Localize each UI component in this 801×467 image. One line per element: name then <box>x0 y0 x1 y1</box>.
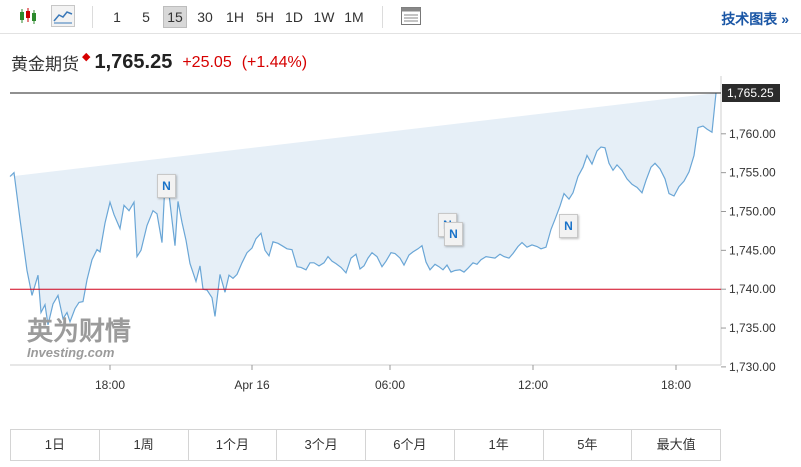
candlestick-icon[interactable] <box>16 5 40 27</box>
range-1y-button[interactable]: 1年 <box>455 430 544 460</box>
range-6m-button[interactable]: 6个月 <box>366 430 455 460</box>
news-flag[interactable]: N <box>444 222 463 246</box>
timeframe-1w-button[interactable]: 1W <box>310 6 338 28</box>
y-tick-label: 1,735.00 <box>729 321 776 335</box>
last-price: 1,765.25 <box>94 51 173 73</box>
line-chart-icon[interactable] <box>51 5 75 27</box>
y-tick-label: 1,745.00 <box>729 243 776 257</box>
last-price-tag-label: 1,765.25 <box>727 86 774 100</box>
table-settings-icon[interactable] <box>399 5 423 27</box>
instrument-name: 黄金期货 <box>11 55 79 74</box>
price-change: +25.05 <box>182 53 232 71</box>
investing-watermark: 英为财情 Investing.com <box>27 318 131 360</box>
timeframe-5h-button[interactable]: 5H <box>252 6 278 28</box>
x-tick-label: 18:00 <box>95 378 125 392</box>
range-selector: 1日 1周 1个月 3个月 6个月 1年 5年 最大值 <box>10 429 721 461</box>
watermark-cn: 英为财情 <box>27 317 132 347</box>
y-tick-label: 1,755.00 <box>729 166 776 180</box>
toolbar-separator <box>92 6 93 28</box>
timeframe-5-button[interactable]: 5 <box>137 6 155 28</box>
range-1w-button[interactable]: 1周 <box>100 430 189 460</box>
x-tick-label: 06:00 <box>375 378 405 392</box>
y-tick-label: 1,760.00 <box>729 127 776 141</box>
chart-toolbar: 1 5 15 30 1H 5H 1D 1W 1M 技术图表 » <box>0 0 801 34</box>
timeframe-1h-button[interactable]: 1H <box>222 6 248 28</box>
timeframe-1-button[interactable]: 1 <box>108 6 126 28</box>
instrument-header: 黄金期货 ◆ 1,765.25 +25.05 (+1.44%) <box>11 50 307 74</box>
x-tick-label: 18:00 <box>661 378 691 392</box>
timeframe-1m-button[interactable]: 1M <box>341 6 367 28</box>
y-tick-label: 1,740.00 <box>729 282 776 296</box>
range-1d-button[interactable]: 1日 <box>11 430 100 460</box>
range-3m-button[interactable]: 3个月 <box>277 430 366 460</box>
price-change-percent: (+1.44%) <box>241 53 308 71</box>
price-chart[interactable]: 1,730.00 1,735.00 1,740.00 1,745.00 1,750.00… <box>0 76 801 421</box>
x-tick-label: 12:00 <box>518 378 548 392</box>
timeframe-1d-button[interactable]: 1D <box>282 6 306 28</box>
x-tick-label: Apr 16 <box>234 378 270 392</box>
y-tick-label: 1,730.00 <box>729 360 776 374</box>
range-max-button[interactable]: 最大值 <box>632 430 720 460</box>
range-1m-button[interactable]: 1个月 <box>189 430 278 460</box>
range-5y-button[interactable]: 5年 <box>544 430 633 460</box>
technical-chart-link[interactable]: 技术图表 » <box>721 9 789 29</box>
timeframe-30-button[interactable]: 30 <box>193 6 217 28</box>
y-tick-label: 1,750.00 <box>729 204 776 218</box>
watermark-en: Investing.com <box>27 345 115 360</box>
news-flag[interactable]: N <box>157 174 176 198</box>
timeframe-15-button[interactable]: 15 <box>163 6 187 28</box>
toolbar-separator <box>382 6 383 28</box>
up-arrow-icon: ◆ <box>82 51 91 63</box>
series-area <box>10 93 716 325</box>
news-flag[interactable]: N <box>559 214 578 238</box>
